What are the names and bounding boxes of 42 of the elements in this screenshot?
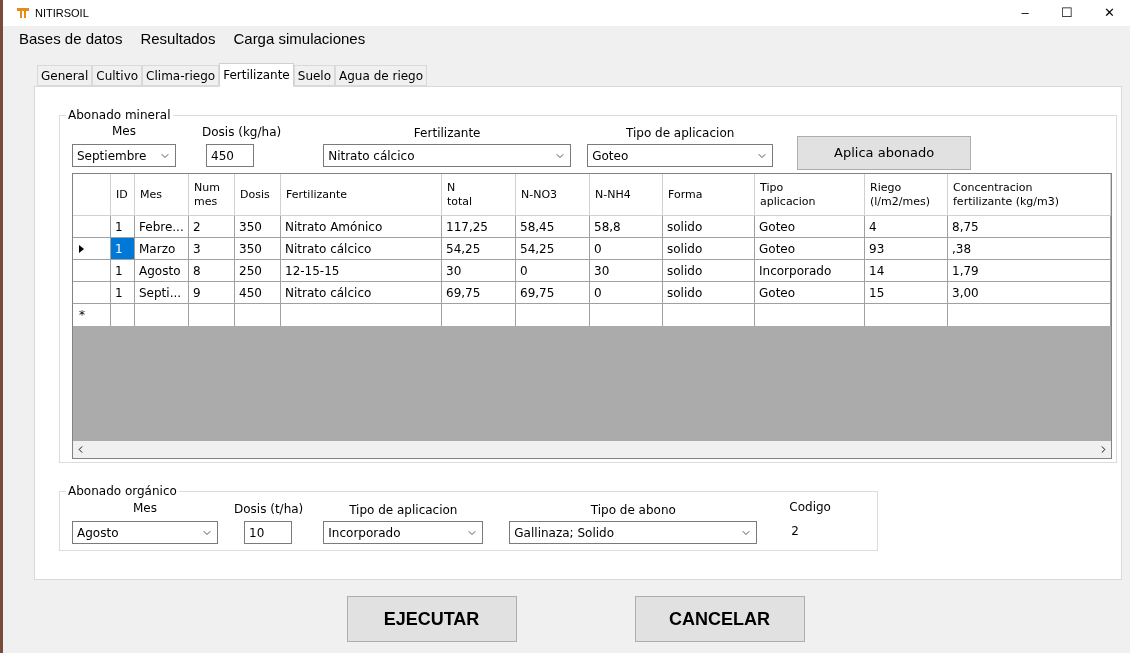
apply-fertilizer-button[interactable]: Aplica abonado xyxy=(797,136,972,170)
tab[interactable]: Cultivo xyxy=(92,65,143,86)
execute-button[interactable]: EJECUTAR xyxy=(346,596,517,642)
tab[interactable]: Suelo xyxy=(293,65,336,86)
code-value: 2 xyxy=(791,523,799,540)
field-label: Dosis (kg/ha) xyxy=(202,123,282,141)
field-label: Codigo xyxy=(789,499,831,516)
app-logo-icon xyxy=(17,8,29,18)
field-label: Tipo de aplicacion xyxy=(626,125,735,142)
current-row-icon xyxy=(79,244,84,253)
group-title: Abonado mineral xyxy=(66,108,173,122)
table-cell: 1 xyxy=(111,238,135,260)
close-button[interactable]: ✕ xyxy=(1088,0,1130,26)
application-type-dropdown[interactable]: Incorporado xyxy=(323,521,484,544)
field-label: Tipo de aplicacion xyxy=(349,502,458,519)
field-label: Fertilizante xyxy=(413,125,481,142)
tab[interactable]: Clima-riego xyxy=(142,65,220,86)
month-dropdown[interactable]: Septiembre xyxy=(72,144,176,167)
menu-item[interactable]: Carga simulaciones xyxy=(233,27,366,51)
field-label: Dosis (t/ha) xyxy=(234,500,304,518)
field-label: Mes xyxy=(133,500,157,517)
field-label: Mes xyxy=(112,123,136,140)
month-dropdown[interactable]: Agosto xyxy=(72,521,218,544)
new-row-marker: * xyxy=(79,307,85,324)
maximize-button[interactable]: ☐ xyxy=(1046,0,1088,26)
field-label: Tipo de abono xyxy=(590,502,676,519)
dose-input[interactable]: 450 xyxy=(206,144,254,167)
application-type-dropdown[interactable]: Goteo xyxy=(587,144,774,167)
manure-type-dropdown[interactable]: Gallinaza; Solido xyxy=(509,521,758,544)
fertilizer-dropdown[interactable]: Nitrato cálcico xyxy=(323,144,572,167)
cancel-button[interactable]: CANCELAR xyxy=(634,596,805,642)
corner-header[interactable] xyxy=(73,174,111,216)
dose-input[interactable]: 10 xyxy=(244,521,292,544)
menu-item[interactable]: Resultados xyxy=(140,27,216,51)
tab[interactable]: Fertilizante xyxy=(219,63,294,87)
window-title: NITIRSOIL xyxy=(35,5,89,21)
tab[interactable]: General xyxy=(37,65,93,86)
group-title: Abonado orgánico xyxy=(66,484,179,498)
tab[interactable]: Agua de riego xyxy=(335,65,428,86)
horizontal-scrollbar[interactable] xyxy=(73,441,1111,458)
menu-item[interactable]: Bases de datos xyxy=(19,27,123,51)
minimize-button[interactable]: – xyxy=(1004,0,1046,26)
